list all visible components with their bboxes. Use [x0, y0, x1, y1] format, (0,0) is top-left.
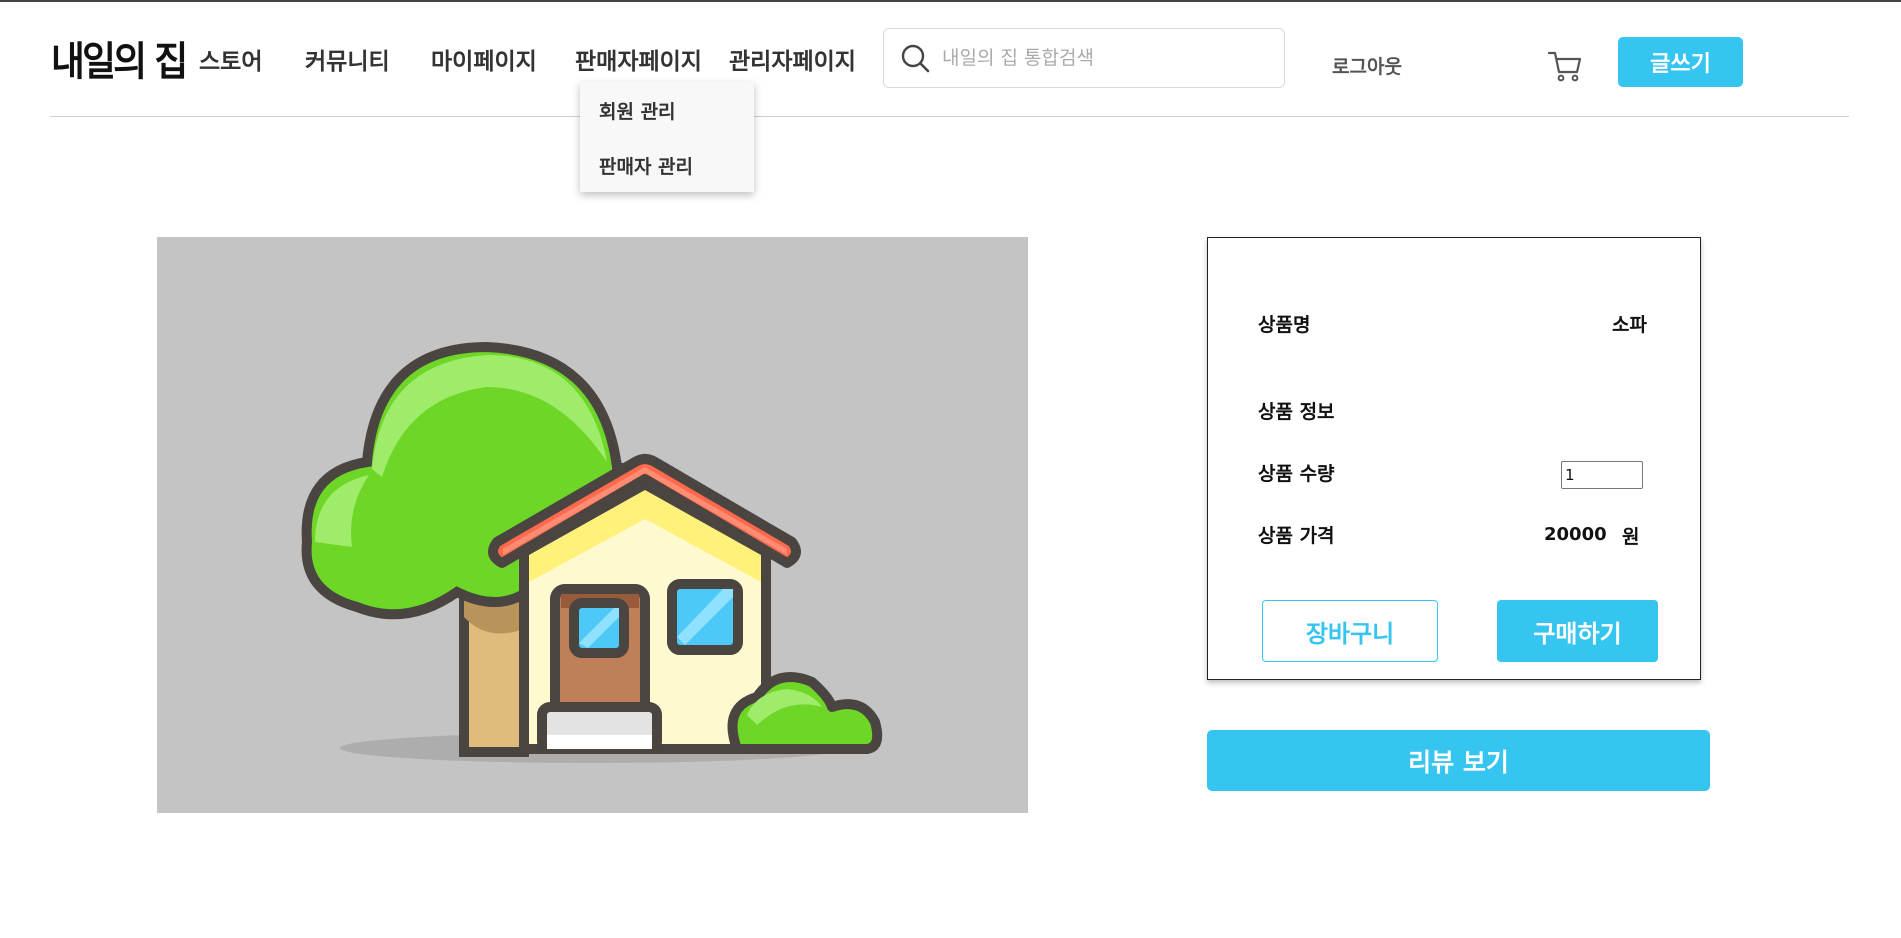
- nav-mypage[interactable]: 마이페이지: [431, 42, 537, 76]
- nav-store[interactable]: 스토어: [199, 42, 262, 76]
- logout-link[interactable]: 로그아웃: [1332, 52, 1402, 79]
- add-to-cart-button[interactable]: 장바구니: [1262, 600, 1438, 662]
- cart-icon[interactable]: [1547, 48, 1583, 84]
- search-input[interactable]: [942, 47, 1262, 69]
- product-name-value: 소파: [1612, 314, 1647, 336]
- product-price-value: 20000: [1544, 524, 1607, 545]
- product-info-label: 상품 정보: [1258, 401, 1335, 423]
- nav-admin-page[interactable]: 관리자페이지: [729, 42, 856, 76]
- buy-button[interactable]: 구매하기: [1497, 600, 1658, 662]
- product-image: [157, 237, 1028, 813]
- write-button[interactable]: 글쓰기: [1618, 37, 1743, 87]
- product-qty-label: 상품 수량: [1258, 463, 1335, 485]
- dropdown-item-seller-management[interactable]: 판매자 관리: [599, 152, 693, 179]
- price-unit: 원: [1622, 526, 1640, 548]
- product-name-label: 상품명: [1258, 314, 1311, 336]
- search-box[interactable]: [883, 28, 1285, 88]
- search-icon: [901, 44, 930, 73]
- quantity-input[interactable]: [1561, 461, 1643, 489]
- site-logo[interactable]: 내일의 집: [51, 29, 188, 87]
- header-divider: [50, 116, 1849, 117]
- product-price-label: 상품 가격: [1258, 525, 1335, 547]
- dropdown-item-member-management[interactable]: 회원 관리: [599, 97, 676, 124]
- product-info-box: 상품명 소파 상품 정보 상품 수량 상품 가격 20000 원 장바구니 구매…: [1207, 237, 1701, 680]
- admin-dropdown-menu: 회원 관리 판매자 관리: [580, 82, 754, 192]
- nav-community[interactable]: 커뮤니티: [305, 42, 390, 76]
- top-border: [0, 0, 1901, 2]
- house-with-tree-illustration: [301, 341, 883, 763]
- nav-seller-page[interactable]: 판매자페이지: [575, 42, 702, 76]
- review-button[interactable]: 리뷰 보기: [1207, 730, 1710, 791]
